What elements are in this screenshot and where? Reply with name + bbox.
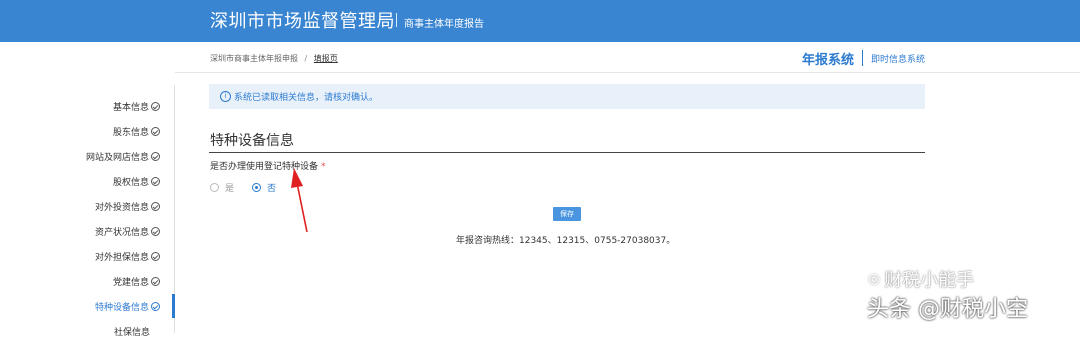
- sidebar-item-label: 特种设备信息: [94, 303, 149, 313]
- special-equipment-question: 是否办理使用登记特种设备 *: [210, 159, 326, 172]
- sidebar-item-guarantees[interactable]: 对外担保信息: [95, 250, 160, 263]
- sidebar-item-label: 网站及网店信息: [85, 153, 149, 163]
- sidebar-item-assets[interactable]: 资产状况信息: [95, 225, 160, 238]
- radio-yes[interactable]: 是: [210, 181, 234, 194]
- check-circle-icon: [151, 127, 160, 136]
- sidebar-item-websites[interactable]: 网站及网店信息: [86, 150, 160, 163]
- radio-no-label: 否: [267, 184, 277, 194]
- wechat-icon: ◎: [868, 271, 881, 287]
- check-circle-icon: [151, 202, 160, 211]
- sidebar-item-party-building[interactable]: 党建信息: [113, 275, 160, 288]
- check-circle-icon: [151, 177, 160, 186]
- watermark-toutiao: 头条 @财税小空: [867, 297, 1028, 322]
- sidebar-item-label: 社保信息: [113, 328, 150, 338]
- radio-yes-label: 是: [225, 184, 235, 194]
- info-alert: i 系统已读取相关信息，请核对确认。: [209, 84, 925, 109]
- sidebar-item-equity[interactable]: 股权信息: [113, 175, 160, 188]
- sidebar-item-label: 股东信息: [112, 128, 149, 138]
- field-label-text: 是否办理使用登记特种设备: [210, 162, 319, 172]
- hotline-text: 年报咨询热线：12345、12315、0755-27038037。: [456, 236, 676, 246]
- sidebar-item-label: 对外投资信息: [94, 203, 149, 213]
- annual-report-system-link[interactable]: 年报系统: [802, 49, 854, 68]
- sidebar-item-shareholders[interactable]: 股东信息: [113, 125, 160, 138]
- required-mark: *: [321, 162, 326, 172]
- sidebar-item-label: 股权信息: [112, 178, 149, 188]
- section-divider: [209, 152, 925, 153]
- instant-info-system-link[interactable]: 即时信息系统: [871, 52, 925, 65]
- yes-no-radio-group: 是 否: [210, 181, 294, 194]
- breadcrumb-parent-link[interactable]: 深圳市商事主体年报申报: [210, 54, 298, 63]
- radio-no[interactable]: 否: [252, 181, 276, 194]
- system-switcher: 年报系统 即时信息系统: [802, 49, 925, 68]
- sidebar-item-basic-info[interactable]: 基本信息: [113, 100, 160, 113]
- check-circle-icon: [151, 252, 160, 261]
- radio-checked-icon[interactable]: [252, 183, 262, 192]
- save-button[interactable]: 保存: [553, 207, 581, 221]
- sidebar-item-investments[interactable]: 对外投资信息: [95, 200, 160, 213]
- watermark-line1: 财税小能手: [884, 270, 975, 291]
- radio-circle-icon[interactable]: [210, 183, 219, 192]
- sidebar-item-label: 党建信息: [112, 278, 149, 288]
- breadcrumb-separator: /: [304, 54, 308, 63]
- check-circle-icon: [151, 277, 160, 286]
- sidebar-item-social-security[interactable]: 社保信息: [114, 325, 150, 338]
- agency-title: 深圳市市场监督管理局: [210, 11, 395, 32]
- sidebar-active-indicator: [172, 294, 175, 318]
- header-rule: [175, 72, 1080, 73]
- info-icon: i: [220, 91, 231, 102]
- header-divider: [396, 13, 397, 27]
- header-subtitle: 商事主体年度报告: [404, 19, 484, 30]
- sidebar-item-label: 对外担保信息: [94, 253, 149, 263]
- check-circle-icon: [151, 302, 160, 311]
- system-divider: [861, 50, 863, 66]
- sidebar-item-label: 基本信息: [112, 103, 149, 113]
- arrow-shaft: [296, 182, 308, 233]
- sidebar-item-label: 资产状况信息: [94, 228, 149, 238]
- check-circle-icon: [151, 227, 160, 236]
- sidebar-item-special-equipment[interactable]: 特种设备信息: [95, 300, 160, 313]
- breadcrumb: 深圳市商事主体年报申报 / 填报页: [210, 53, 338, 64]
- breadcrumb-current[interactable]: 填报页: [314, 54, 338, 63]
- top-header: 深圳市市场监督管理局 商事主体年度报告: [0, 0, 1080, 42]
- check-circle-icon: [151, 152, 160, 161]
- section-title: 特种设备信息: [210, 133, 294, 149]
- alert-message: 系统已读取相关信息，请核对确认。: [234, 93, 379, 103]
- check-circle-icon: [151, 102, 160, 111]
- watermark-wechat: ◎ 财税小能手: [868, 266, 974, 292]
